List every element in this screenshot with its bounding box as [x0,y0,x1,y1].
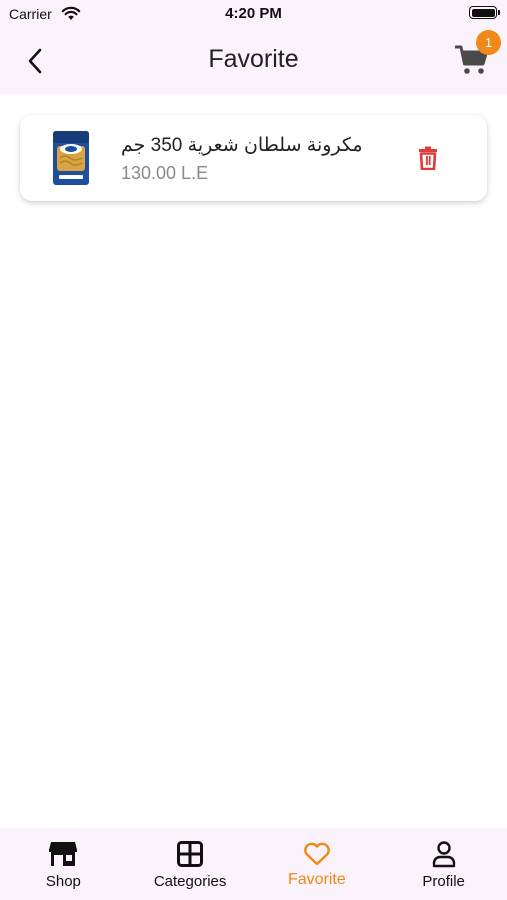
nav-label-shop: Shop [45,873,81,890]
nav-item-favorite[interactable]: Favorite [254,828,381,900]
categories-icon [175,840,205,868]
header: Favorite 1 [0,28,507,94]
trash-icon [419,146,437,170]
status-bar: Carrier 4:20 PM [0,0,507,28]
heart-icon [302,840,332,868]
delete-button[interactable] [416,145,440,171]
page-title: Favorite [208,45,299,73]
status-time: 4:20 PM [225,5,282,22]
product-name: مكرونة سلطان شعرية 350 جم [121,135,363,156]
cart-button[interactable]: 1 [453,30,501,81]
battery-icon [469,6,500,19]
cart-badge: 1 [476,30,501,55]
product-price: 130.00 L.E [121,163,209,183]
favorite-item-card[interactable]: مكرونة سلطان شعرية 350 جم 130.00 L.E [20,115,487,201]
profile-icon [429,840,459,868]
nav-label-categories: Categories [153,873,227,890]
product-image [40,127,101,188]
bottom-navigation: Shop Categories Favorite Profile [0,828,507,900]
nav-item-shop[interactable]: Shop [0,828,127,900]
shop-icon [48,840,78,868]
nav-label-profile: Profile [422,873,465,890]
nav-item-profile[interactable]: Profile [380,828,507,900]
nav-label-favorite: Favorite [287,871,346,888]
nav-item-categories[interactable]: Categories [127,828,254,900]
